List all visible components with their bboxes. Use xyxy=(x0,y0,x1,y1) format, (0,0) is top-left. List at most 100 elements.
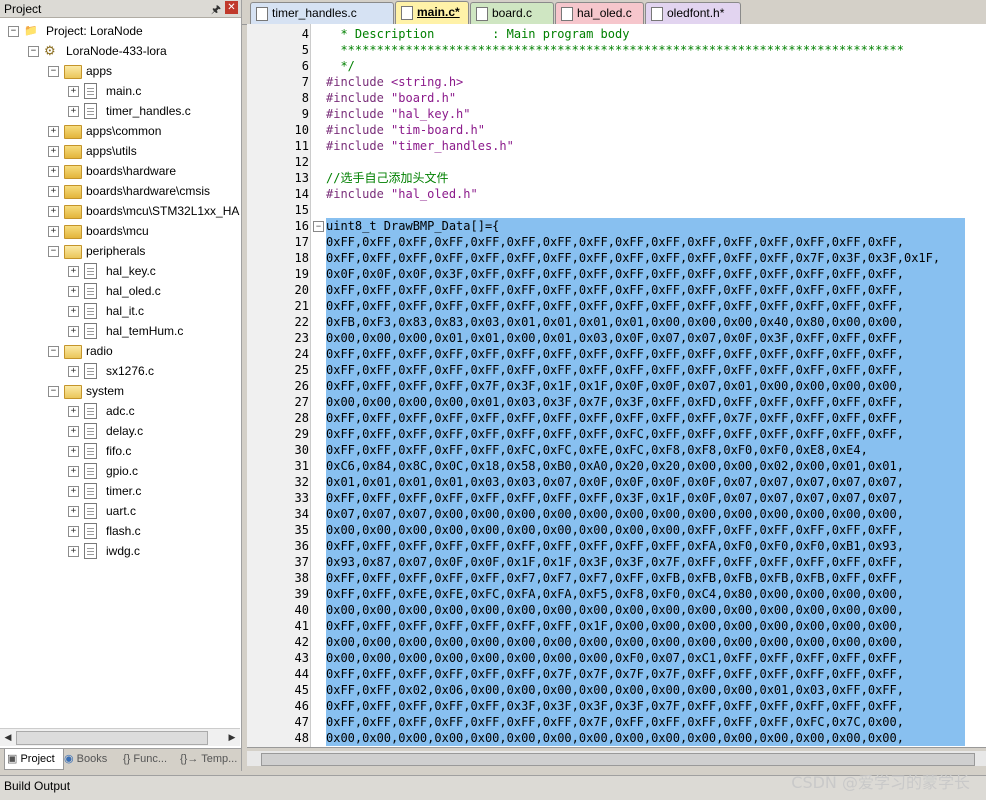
expand-icon[interactable]: + xyxy=(48,146,59,157)
code-line[interactable]: 0xFF,0xFF,0xFF,0xFF,0xFF,0xFF,0xFF,0xFF,… xyxy=(326,234,965,250)
tree-folder[interactable]: − peripherals xyxy=(0,241,240,261)
collapse-icon[interactable]: − xyxy=(48,386,59,397)
tree-folder[interactable]: + boards\hardware xyxy=(0,161,240,181)
code-line[interactable]: 0xFF,0xFF,0x02,0x06,0x00,0x00,0x00,0x00,… xyxy=(326,682,965,698)
expand-icon[interactable]: + xyxy=(48,186,59,197)
tree-project[interactable]: − 📁 Project: LoraNode xyxy=(0,21,240,41)
expand-icon[interactable]: + xyxy=(68,326,79,337)
tree-folder[interactable]: + boards\mcu xyxy=(0,221,240,241)
tree-target[interactable]: − ⚙ LoraNode-433-lora xyxy=(0,41,240,61)
code-line[interactable]: 0xFF,0xFF,0xFF,0xFF,0xFF,0xFF,0xFF,0xFF,… xyxy=(326,282,965,298)
code-line[interactable]: 0xFF,0xFF,0xFF,0xFF,0xFF,0xFF,0xFF,0xFF,… xyxy=(326,410,965,426)
tree-file[interactable]: + hal_oled.c xyxy=(0,281,240,301)
close-icon[interactable]: ✕ xyxy=(225,1,238,14)
tree-folder[interactable]: + apps\utils xyxy=(0,141,240,161)
tree-file[interactable]: + uart.c xyxy=(0,501,240,521)
code-line[interactable]: //选手自己添加头文件 xyxy=(326,170,448,186)
tree-file[interactable]: + timer.c xyxy=(0,481,240,501)
code-line[interactable]: 0xFF,0xFF,0xFF,0xFF,0xFF,0xFF,0xFF,0xFF,… xyxy=(326,346,965,362)
code-line[interactable]: 0xFF,0xFF,0xFF,0xFF,0xFF,0xFF,0x7F,0x7F,… xyxy=(326,666,965,682)
expand-icon[interactable]: + xyxy=(68,286,79,297)
tree-folder[interactable]: + boards\mcu\STM32L1xx_HA xyxy=(0,201,240,221)
code-line[interactable]: #include <string.h> xyxy=(326,74,463,90)
panel-tab[interactable]: {} Func... xyxy=(121,749,177,769)
tree-folder[interactable]: − apps xyxy=(0,61,240,81)
collapse-icon[interactable]: − xyxy=(28,46,39,57)
code-line[interactable]: 0xFF,0xFF,0xFF,0xFF,0xFF,0xF7,0xF7,0xF7,… xyxy=(326,570,965,586)
code-line[interactable]: 0xFF,0xFF,0xFF,0xFF,0x7F,0x3F,0x1F,0x1F,… xyxy=(326,378,965,394)
collapse-icon[interactable]: − xyxy=(48,246,59,257)
panel-tab[interactable]: {}→ Temp... xyxy=(178,749,240,769)
expand-icon[interactable]: + xyxy=(68,446,79,457)
tree-folder[interactable]: + boards\hardware\cmsis xyxy=(0,181,240,201)
tree-file[interactable]: + main.c xyxy=(0,81,240,101)
tree-folder[interactable]: − system xyxy=(0,381,240,401)
tree-file[interactable]: + flash.c xyxy=(0,521,240,541)
code-line[interactable]: 0x00,0x00,0x00,0x00,0x00,0x00,0x00,0x00,… xyxy=(326,730,965,746)
expand-icon[interactable]: + xyxy=(68,306,79,317)
panel-tab[interactable]: ◉ Books xyxy=(62,749,120,769)
code-line[interactable]: 0xFF,0xFF,0xFF,0xFF,0xFF,0xFF,0xFF,0xFF,… xyxy=(326,538,965,554)
code-line[interactable]: 0x00,0x00,0x00,0x00,0x00,0x00,0x00,0x00,… xyxy=(326,634,965,650)
code-line[interactable]: 0xFF,0xFF,0xFF,0xFF,0xFF,0xFF,0xFF,0x7F,… xyxy=(326,714,965,730)
code-line[interactable]: 0xFF,0xFF,0xFF,0xFF,0xFF,0xFF,0xFF,0xFF,… xyxy=(326,426,965,442)
code-line[interactable]: #include "hal_key.h" xyxy=(326,106,471,122)
scrollbar-thumb[interactable] xyxy=(261,753,975,766)
tree-file[interactable]: + hal_it.c xyxy=(0,301,240,321)
expand-icon[interactable]: + xyxy=(68,486,79,497)
code-line[interactable]: 0x01,0x01,0x01,0x01,0x03,0x03,0x07,0x0F,… xyxy=(326,474,965,490)
code-line[interactable]: 0xFF,0xFF,0xFF,0xFF,0xFF,0xFF,0xFF,0xFF,… xyxy=(326,298,965,314)
tree-file[interactable]: + sx1276.c xyxy=(0,361,240,381)
expand-icon[interactable]: + xyxy=(68,366,79,377)
expand-icon[interactable]: + xyxy=(68,466,79,477)
expand-icon[interactable]: + xyxy=(68,106,79,117)
expand-icon[interactable]: + xyxy=(68,406,79,417)
panel-tab[interactable]: ▣ Project xyxy=(4,749,64,770)
code-line[interactable]: #include "board.h" xyxy=(326,90,456,106)
tree-file[interactable]: + delay.c xyxy=(0,421,240,441)
tree-file[interactable]: + hal_temHum.c xyxy=(0,321,240,341)
code-line[interactable]: 0x00,0x00,0x00,0x00,0x01,0x03,0x3F,0x7F,… xyxy=(326,394,965,410)
code-line[interactable]: 0xC6,0x84,0x8C,0x0C,0x18,0x58,0xB0,0xA0,… xyxy=(326,458,965,474)
code-line[interactable]: 0xFF,0xFF,0xFF,0xFF,0xFF,0xFF,0xFF,0xFF,… xyxy=(326,250,965,266)
code-line[interactable]: 0xFF,0xFF,0xFF,0xFF,0xFF,0x3F,0x3F,0x3F,… xyxy=(326,698,965,714)
code-line[interactable]: 0xFB,0xF3,0x83,0x83,0x03,0x01,0x01,0x01,… xyxy=(326,314,965,330)
expand-icon[interactable]: + xyxy=(48,206,59,217)
code-line[interactable]: 0x00,0x00,0x00,0x00,0x00,0x00,0x00,0x00,… xyxy=(326,602,965,618)
code-line[interactable]: 0xFF,0xFF,0xFF,0xFF,0xFF,0xFC,0xFC,0xFE,… xyxy=(326,442,965,458)
editor-tab[interactable]: hal_oled.c xyxy=(555,2,644,24)
code-line[interactable]: 0xFF,0xFF,0xFF,0xFF,0xFF,0xFF,0xFF,0xFF,… xyxy=(326,362,965,378)
expand-icon[interactable]: + xyxy=(68,266,79,277)
editor-tab[interactable]: oledfont.h* xyxy=(645,2,741,24)
tree-file[interactable]: + fifo.c xyxy=(0,441,240,461)
code-line[interactable]: ****************************************… xyxy=(326,42,904,58)
collapse-icon[interactable]: − xyxy=(8,26,19,37)
code-line[interactable]: 0x00,0x00,0x00,0x01,0x01,0x00,0x01,0x03,… xyxy=(326,330,965,346)
code-line[interactable]: uint8_t DrawBMP_Data[]={ xyxy=(326,218,965,234)
expand-icon[interactable]: + xyxy=(68,546,79,557)
expand-icon[interactable]: + xyxy=(48,126,59,137)
expand-icon[interactable]: + xyxy=(68,86,79,97)
code-line[interactable]: #include "hal_oled.h" xyxy=(326,186,478,202)
fold-icon[interactable]: − xyxy=(313,221,324,232)
tree-file[interactable]: + iwdg.c xyxy=(0,541,240,561)
code-line[interactable]: 0x0F,0x0F,0x0F,0x3F,0xFF,0xFF,0xFF,0xFF,… xyxy=(326,266,965,282)
tree-file[interactable]: + adc.c xyxy=(0,401,240,421)
code-line[interactable]: 0x93,0x87,0x07,0x0F,0x0F,0x1F,0x1F,0x3F,… xyxy=(326,554,965,570)
code-editor[interactable]: 4 5 6 7 8 9 10 11 12 13 14 15 16 17 18 19 20 21 22 23 24 25 26… xyxy=(247,24,986,747)
code-line[interactable]: #include "timer_handles.h" xyxy=(326,138,514,154)
tree-folder[interactable]: + apps\common xyxy=(0,121,240,141)
editor-tab[interactable]: main.c* xyxy=(395,1,469,25)
tree-file[interactable]: + hal_key.c xyxy=(0,261,240,281)
code-line[interactable]: 0xFF,0xFF,0xFE,0xFE,0xFC,0xFA,0xFA,0xF5,… xyxy=(326,586,965,602)
code-line[interactable]: 0x00,0x00,0x00,0x00,0x00,0x00,0x00,0x00,… xyxy=(326,522,965,538)
tree-file[interactable]: + timer_handles.c xyxy=(0,101,240,121)
code-line[interactable]: #include "tim-board.h" xyxy=(326,122,485,138)
editor-tab[interactable]: board.c xyxy=(470,2,554,24)
editor-tab[interactable]: timer_handles.c xyxy=(250,2,394,24)
scrollbar-thumb[interactable] xyxy=(16,731,208,745)
expand-icon[interactable]: + xyxy=(68,506,79,517)
collapse-icon[interactable]: − xyxy=(48,66,59,77)
tree-file[interactable]: + gpio.c xyxy=(0,461,240,481)
scroll-right-icon[interactable]: ▶ xyxy=(225,730,239,744)
